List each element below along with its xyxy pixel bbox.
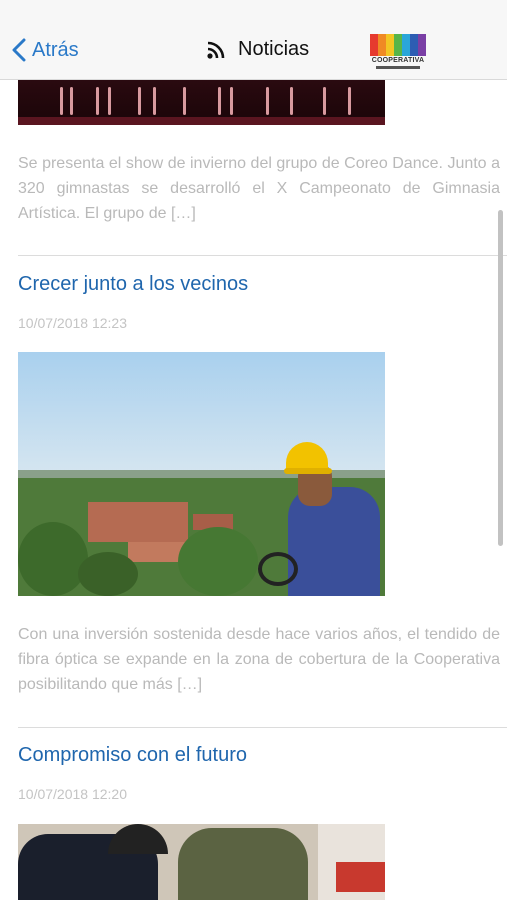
- page-title: Noticias: [238, 38, 310, 60]
- vertical-scrollbar[interactable]: [498, 210, 503, 546]
- logo-underline: [376, 66, 420, 69]
- article-image-dance[interactable]: [18, 80, 385, 125]
- top-nav-bar: Atrás Noticias COOPERATIVA: [0, 0, 507, 80]
- article-excerpt: Se presenta el show de invierno del grup…: [18, 155, 500, 222]
- back-button[interactable]: Atrás: [12, 38, 79, 62]
- article-date: 10/07/2018 12:23: [18, 315, 127, 331]
- logo-color-bars: [370, 34, 426, 56]
- cooperativa-logo: COOPERATIVA: [370, 34, 426, 70]
- article-title[interactable]: Crecer junto a los vecinos: [18, 273, 248, 296]
- page-title-group: Noticias: [206, 38, 309, 61]
- logo-text: COOPERATIVA: [371, 57, 425, 64]
- divider: [18, 255, 507, 256]
- back-label: Atrás: [32, 38, 79, 61]
- article-title[interactable]: Compromiso con el futuro: [18, 744, 247, 767]
- article-image-students[interactable]: [18, 824, 385, 900]
- news-list[interactable]: Se presenta el show de invierno del grup…: [0, 80, 507, 900]
- chevron-left-icon: [12, 38, 26, 62]
- article-excerpt: Con una inversión sostenida desde hace v…: [18, 626, 500, 693]
- rss-icon: [207, 41, 225, 59]
- article-date: 10/07/2018 12:20: [18, 786, 127, 802]
- divider: [18, 727, 507, 728]
- article-image-fiber-worker[interactable]: [18, 352, 385, 596]
